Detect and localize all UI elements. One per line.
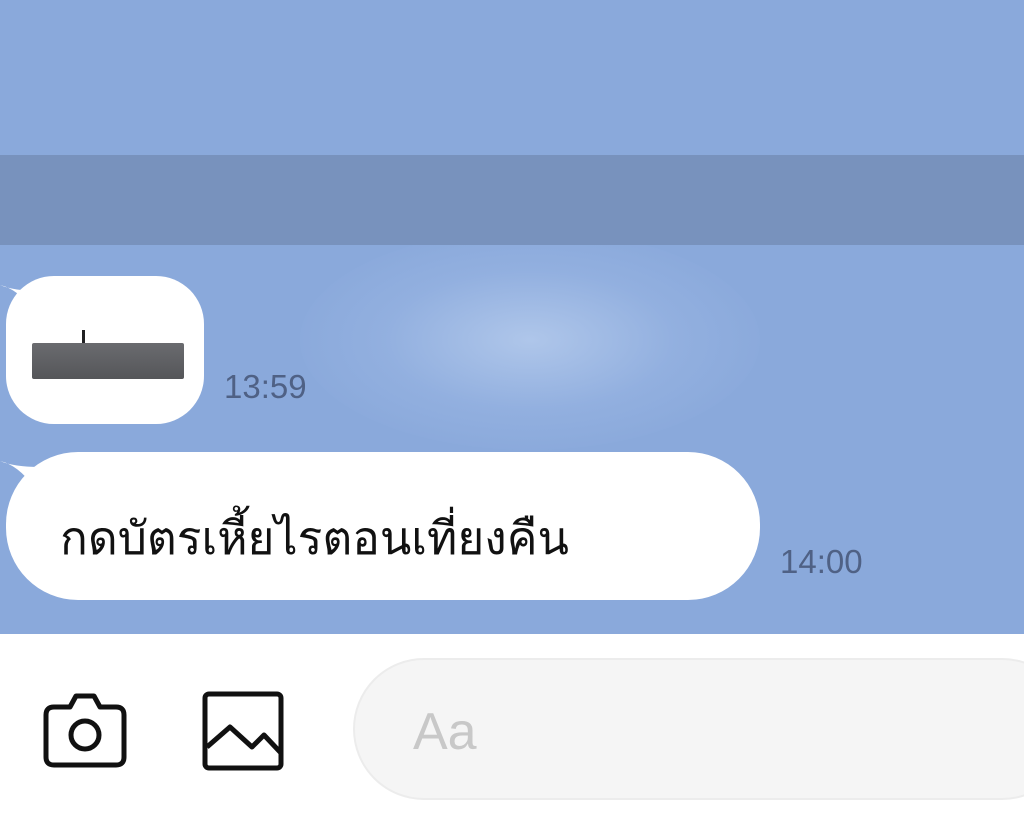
background-decoration [300,230,760,450]
camera-icon[interactable] [40,685,130,775]
message-input-placeholder: Aa [413,703,477,761]
header-band [0,155,1024,245]
chat-screen: 13:59 กดบัตรเหี้ยไรตอนเที่ยงคืน 14:00 Aa [0,0,1024,819]
message-text: กดบัตรเหี้ยไรตอนเที่ยงคืน [60,511,569,565]
message-bubble-text[interactable]: กดบัตรเหี้ยไรตอนเที่ยงคืน [6,452,760,600]
image-icon[interactable] [200,689,288,773]
composer-bar: Aa [0,634,1024,819]
message-time: 14:00 [780,543,863,580]
message-bubble-sticker[interactable] [6,276,204,424]
message-time: 13:59 [224,368,307,405]
message-input[interactable]: Aa [353,658,1024,800]
sticker-image [32,343,184,379]
chat-area[interactable]: 13:59 กดบัตรเหี้ยไรตอนเที่ยงคืน 14:00 [0,0,1024,634]
